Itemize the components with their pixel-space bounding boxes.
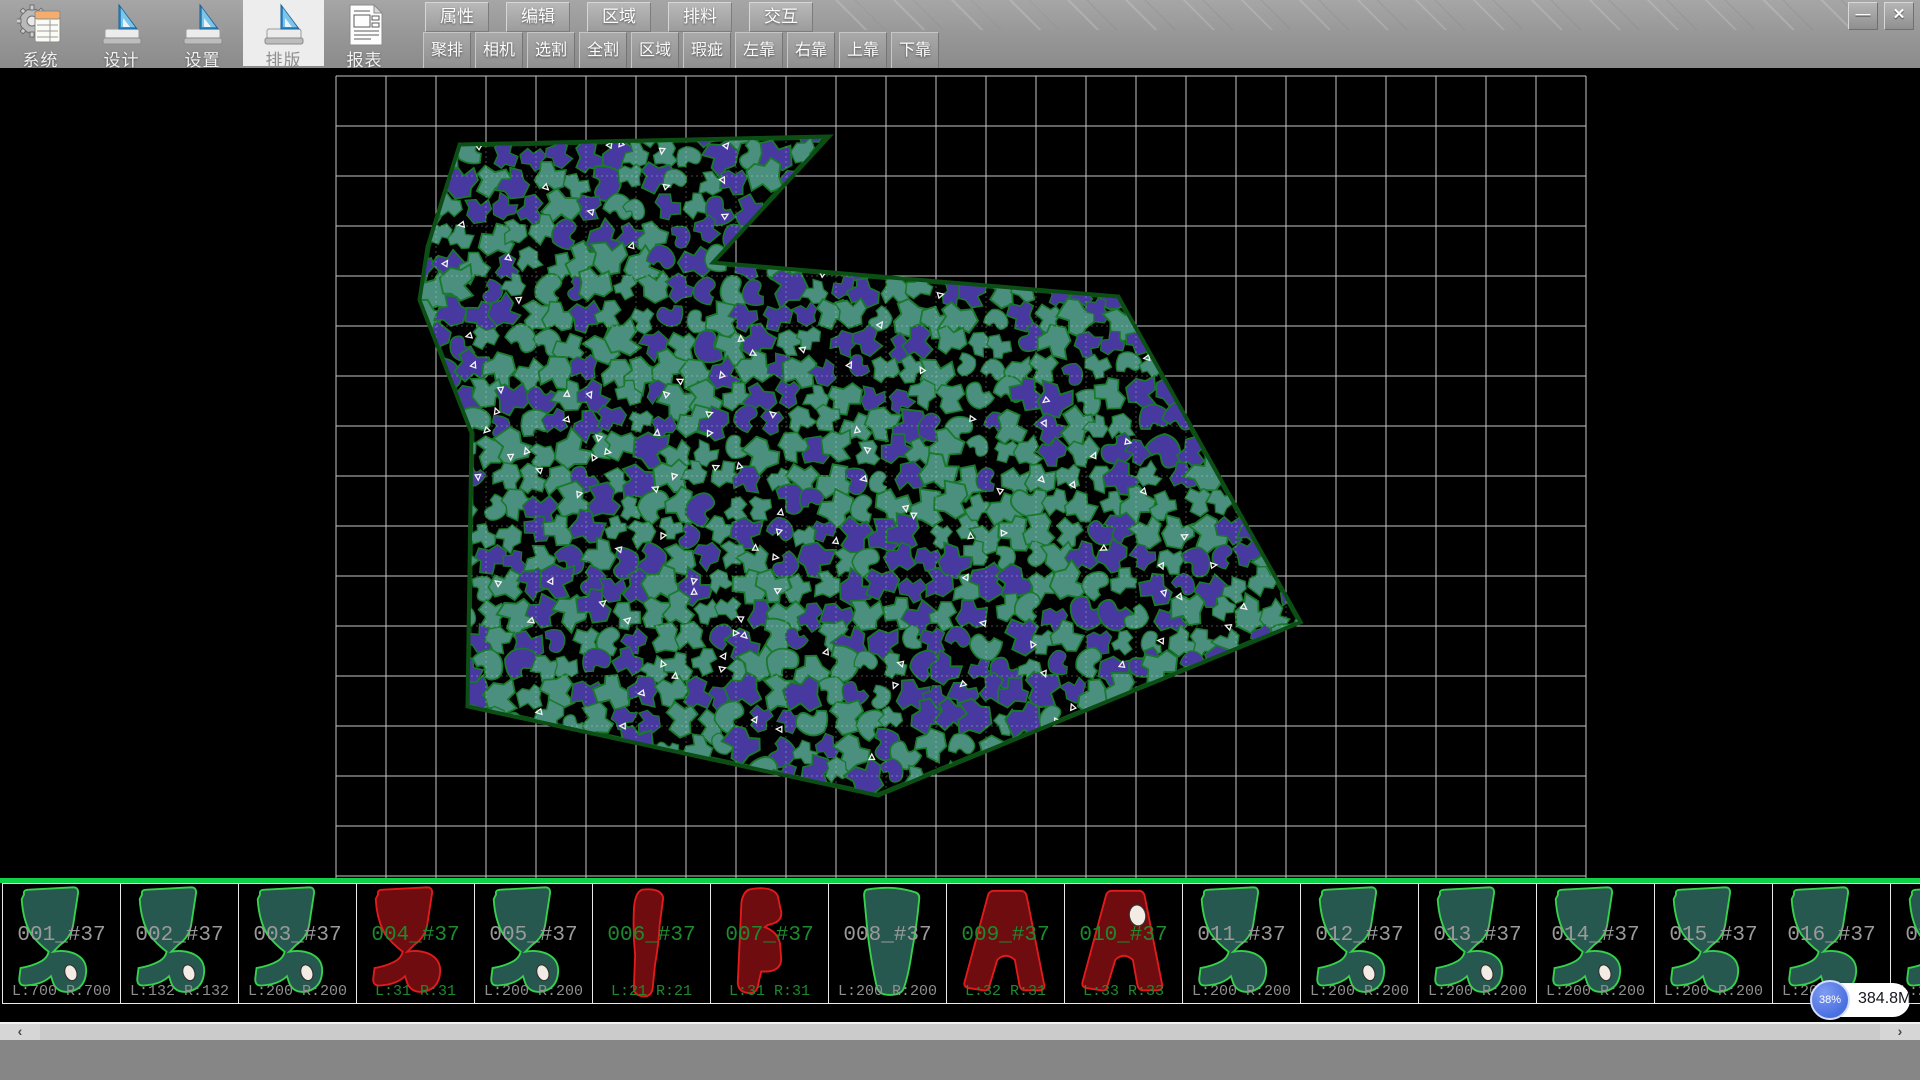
horizontal-scrollbar[interactable]: ‹ › [0, 1022, 1920, 1040]
piece-lr-count: L:200 R:200 [1537, 983, 1654, 1000]
main-button-design[interactable]: 设计 [81, 0, 162, 66]
piece-id: 001_#37 [3, 924, 120, 947]
menu-tab-nest[interactable]: 排料 [668, 2, 732, 32]
tool-button-camera[interactable]: 相机 [475, 32, 523, 70]
top-toolbar: 系统 设计 设置 排版 报表 属性编辑区域排料交互 [0, 0, 1920, 70]
scroll-left-arrow-icon[interactable]: ‹ [0, 1024, 40, 1040]
piece-lr-count: L:31 R:31 [357, 983, 474, 1000]
piece-thumbnail-007_#37[interactable]: 007_#37 L:31 R:31 [711, 883, 829, 1004]
piece-thumbnail-011_#37[interactable]: 011_#37 L:200 R:200 [1183, 883, 1301, 1004]
tool-button-row: 聚排相机选割全割区域瑕疵左靠右靠上靠下靠 [423, 32, 939, 70]
setsquare-icon [260, 3, 308, 47]
piece-id: 005_#37 [475, 924, 592, 947]
tool-button-cut-all[interactable]: 全割 [579, 32, 627, 70]
piece-id: 009_#37 [947, 924, 1064, 947]
tool-button-select-cut[interactable]: 选割 [527, 32, 575, 70]
tool-button-defect[interactable]: 瑕疵 [683, 32, 731, 70]
piece-lr-count: L:700 R:700 [3, 983, 120, 1000]
piece-id: 014_#37 [1537, 924, 1654, 947]
memory-usage-badge: 38% 384.8M [1812, 983, 1910, 1017]
piece-lr-count: L:200 R:200 [1301, 983, 1418, 1000]
setsquare-icon [179, 3, 227, 47]
piece-thumbnail-015_#37[interactable]: 015_#37 L:200 R:200 [1655, 883, 1773, 1004]
piece-lr-count: L:200 R:200 [1183, 983, 1300, 1000]
main-button-report[interactable]: 报表 [324, 0, 405, 66]
piece-id: 015_#37 [1655, 924, 1772, 947]
piece-lr-count: L:132 R:132 [121, 983, 238, 1000]
main-button-settings[interactable]: 设置 [162, 0, 243, 66]
nesting-canvas[interactable] [0, 68, 1920, 878]
main-button-nesting[interactable]: 排版 [243, 0, 324, 66]
piece-lr-count: L:200 R:200 [475, 983, 592, 1000]
tool-button-align-left[interactable]: 左靠 [735, 32, 783, 70]
piece-lr-count: L:200 R:200 [1655, 983, 1772, 1000]
menu-tab-edit[interactable]: 编辑 [506, 2, 570, 32]
piece-lr-count: L:21 R:21 [593, 983, 710, 1000]
menu-tab-interactive[interactable]: 交互 [749, 2, 813, 32]
piece-thumbnail-014_#37[interactable]: 014_#37 L:200 R:200 [1537, 883, 1655, 1004]
piece-thumbnail-004_#37[interactable]: 004_#37 L:31 R:31 [357, 883, 475, 1004]
piece-lr-count: L:200 R:200 [239, 983, 356, 1000]
scroll-right-arrow-icon[interactable]: › [1880, 1024, 1920, 1040]
piece-thumbnail-strip: 001_#37 L:700 R:700 002_#37 L:132 R:132 … [0, 883, 1920, 1005]
status-bar [0, 1040, 1920, 1080]
piece-thumbnail-002_#37[interactable]: 002_#37 L:132 R:132 [121, 883, 239, 1004]
tool-button-cluster-nest[interactable]: 聚排 [423, 32, 471, 70]
piece-id: 011_#37 [1183, 924, 1300, 947]
piece-thumbnail-003_#37[interactable]: 003_#37 L:200 R:200 [239, 883, 357, 1004]
menu-tab-region[interactable]: 区域 [587, 2, 651, 32]
menu-tab-properties[interactable]: 属性 [425, 2, 489, 32]
piece-id: 016_#37 [1773, 924, 1890, 947]
minimize-button[interactable]: — [1848, 2, 1878, 30]
piece-id: 012_#37 [1301, 924, 1418, 947]
piece-thumbnail-006_#37[interactable]: 006_#37 L:21 R:21 [593, 883, 711, 1004]
memory-percent: 38% [1819, 994, 1841, 1006]
system-icon [17, 3, 65, 47]
piece-lr-count: L:31 R:31 [711, 983, 828, 1000]
tool-button-align-right[interactable]: 右靠 [787, 32, 835, 70]
menu-tab-row: 属性编辑区域排料交互 [425, 2, 813, 32]
tool-button-align-top[interactable]: 上靠 [839, 32, 887, 70]
close-button[interactable]: ✕ [1884, 2, 1914, 30]
main-button-bar: 系统 设计 设置 排版 报表 [0, 0, 405, 66]
piece-id: 008_#37 [829, 924, 946, 947]
main-button-system[interactable]: 系统 [0, 0, 81, 66]
tool-button-align-bottom[interactable]: 下靠 [891, 32, 939, 70]
piece-id: 007_#37 [711, 924, 828, 947]
piece-thumbnail-009_#37[interactable]: 009_#37 L:32 R:31 [947, 883, 1065, 1004]
piece-id: 013_#37 [1419, 924, 1536, 947]
tool-button-region[interactable]: 区域 [631, 32, 679, 70]
piece-id: 017_#37 [1891, 924, 1920, 947]
setsquare-icon [98, 3, 146, 47]
piece-lr-count: L:200 R:200 [1419, 983, 1536, 1000]
piece-thumbnail-012_#37[interactable]: 012_#37 L:200 R:200 [1301, 883, 1419, 1004]
sheet [35, 11, 60, 42]
report-icon [341, 3, 389, 47]
piece-id: 006_#37 [593, 924, 710, 947]
piece-thumbnail-013_#37[interactable]: 013_#37 L:200 R:200 [1419, 883, 1537, 1004]
piece-thumbnail-010_#37[interactable]: 010_#37 L:33 R:33 [1065, 883, 1183, 1004]
piece-lr-count: L:200 R:200 [829, 983, 946, 1000]
piece-lr-count: L:33 R:33 [1065, 983, 1182, 1000]
memory-value: 384.8M [1858, 990, 1911, 1008]
piece-lr-count: L:32 R:31 [947, 983, 1064, 1000]
piece-id: 003_#37 [239, 924, 356, 947]
piece-id: 010_#37 [1065, 924, 1182, 947]
piece-thumbnail-008_#37[interactable]: 008_#37 L:200 R:200 [829, 883, 947, 1004]
memory-percent-circle: 38% [1810, 980, 1850, 1020]
piece-id: 002_#37 [121, 924, 238, 947]
piece-thumbnail-001_#37[interactable]: 001_#37 L:700 R:700 [2, 883, 121, 1004]
toolbar-hatch-texture [828, 0, 1850, 30]
piece-thumbnail-005_#37[interactable]: 005_#37 L:200 R:200 [475, 883, 593, 1004]
piece-id: 004_#37 [357, 924, 474, 947]
window-controls: —✕ [1848, 2, 1914, 30]
